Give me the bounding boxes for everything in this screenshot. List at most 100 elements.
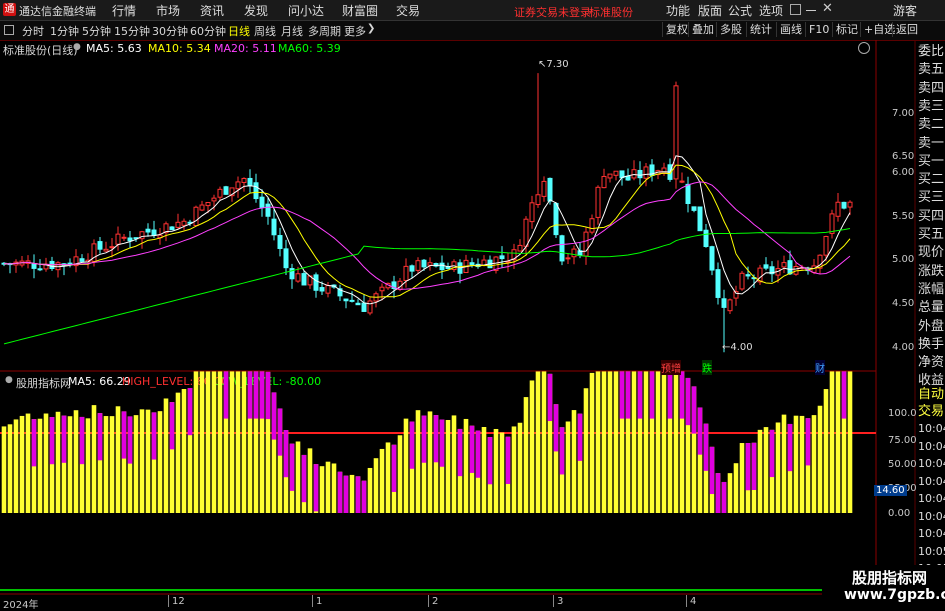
candle-body xyxy=(223,186,229,195)
candle-body xyxy=(547,177,553,202)
indicator-bar xyxy=(307,448,313,513)
indicator-bar xyxy=(385,442,391,513)
indicator-bar xyxy=(835,371,841,513)
indicator-bar xyxy=(325,461,331,513)
candle-body xyxy=(745,274,751,277)
side-trade-label-1[interactable]: 交易 xyxy=(918,404,945,419)
candle-body xyxy=(685,183,691,205)
indicator-bar-down xyxy=(247,371,253,419)
indicator-bar xyxy=(613,371,619,513)
indicator-bar xyxy=(541,371,547,513)
indicator-bar xyxy=(445,419,451,513)
candle-body xyxy=(835,201,841,217)
candle-body xyxy=(211,197,217,202)
indicator-bar xyxy=(643,371,649,513)
kline-chart[interactable] xyxy=(0,0,945,609)
indicator-bar xyxy=(241,371,247,513)
side-label-16: 换手 xyxy=(918,336,945,352)
indicator-bar-down xyxy=(787,423,793,472)
candle-body xyxy=(601,175,607,189)
side-time-1: 10:04 xyxy=(918,439,945,453)
ma5-line xyxy=(3,155,851,305)
indicator-bar-down xyxy=(355,476,361,513)
indicator-bar-down xyxy=(433,415,439,463)
indicator-bar xyxy=(295,441,301,513)
candle-body xyxy=(709,246,715,271)
candle-body xyxy=(535,194,541,206)
event-preincrease[interactable]: 预增 xyxy=(661,360,681,375)
candle-body xyxy=(703,229,709,247)
indicator-bar xyxy=(193,371,199,513)
candle-body xyxy=(595,186,601,218)
indicator-bar xyxy=(793,415,799,513)
date-tick xyxy=(686,595,687,607)
date-label-2: 2 xyxy=(432,596,439,607)
indicator-bar xyxy=(583,388,589,513)
candle-body xyxy=(79,258,85,262)
indicator-bar-down xyxy=(577,413,583,461)
indicator-bar-down xyxy=(805,418,811,466)
indicator-bar-down xyxy=(457,428,463,477)
price-tick-700: 7.00 xyxy=(892,108,915,119)
side-trade-label-0[interactable]: 自动 xyxy=(918,387,945,402)
indicator-bar xyxy=(775,422,781,513)
indicator-bar xyxy=(529,380,535,513)
candle-body xyxy=(367,300,373,314)
candle-body xyxy=(529,202,535,223)
event-drop[interactable]: 跌 xyxy=(702,360,712,375)
candle-body xyxy=(739,272,745,290)
sub-tick-0: 0.00 xyxy=(888,508,911,519)
indicator-bar xyxy=(565,421,571,513)
candle-body xyxy=(643,166,649,179)
indicator-bar-down xyxy=(697,407,703,455)
candle-body xyxy=(217,188,223,198)
candle-body xyxy=(499,255,505,260)
candle-body xyxy=(847,201,853,208)
indicator-bar xyxy=(829,371,835,513)
side-time-3: 10:04 xyxy=(918,474,945,488)
candle-body xyxy=(205,201,211,207)
candle-body xyxy=(301,273,307,286)
candle-body xyxy=(277,235,283,249)
indicator-bar-down xyxy=(691,386,697,434)
indicator-bar-down xyxy=(547,373,553,422)
sub-tick-75: 75.00 xyxy=(888,435,917,446)
indicator-bar xyxy=(595,371,601,513)
indicator-bar-down xyxy=(253,371,259,419)
candle-body xyxy=(247,177,253,187)
indicator-bar xyxy=(517,422,523,513)
indicator-bar xyxy=(811,415,817,513)
candle-body xyxy=(691,206,697,211)
indicator-bar xyxy=(349,474,355,513)
candle-body xyxy=(715,269,721,298)
price-tick-400: 4.00 xyxy=(892,342,915,353)
indicator-bar-down xyxy=(337,471,343,513)
candle-body xyxy=(583,231,589,257)
indicator-bar xyxy=(727,473,733,513)
indicator-bar xyxy=(55,411,61,513)
indicator-bar-down xyxy=(169,402,175,450)
event-finance[interactable]: 财 xyxy=(815,360,825,375)
candle-body xyxy=(31,263,37,269)
indicator-bar xyxy=(133,415,139,513)
candle-body xyxy=(259,196,265,208)
candle-body xyxy=(313,274,319,291)
candle-body xyxy=(271,218,277,236)
candle-body xyxy=(145,228,151,233)
side-label-4: 卖二 xyxy=(918,117,945,133)
indicator-bar xyxy=(415,410,421,513)
side-label-11: 现价 xyxy=(918,245,945,261)
indicator-bar xyxy=(817,405,823,513)
indicator-bar-down xyxy=(721,481,727,513)
indicator-bar xyxy=(571,410,577,513)
candle-body xyxy=(319,287,325,292)
price-tick-450: 4.50 xyxy=(892,298,915,309)
candle-body xyxy=(253,182,259,200)
side-time-7: 10:05 xyxy=(918,544,945,558)
side-label-8: 买三 xyxy=(918,190,945,206)
indicator-bar xyxy=(67,416,73,513)
candle-body xyxy=(193,206,199,227)
indicator-bar xyxy=(7,424,13,513)
indicator-bar xyxy=(739,443,745,513)
indicator-bar-down xyxy=(637,371,643,419)
